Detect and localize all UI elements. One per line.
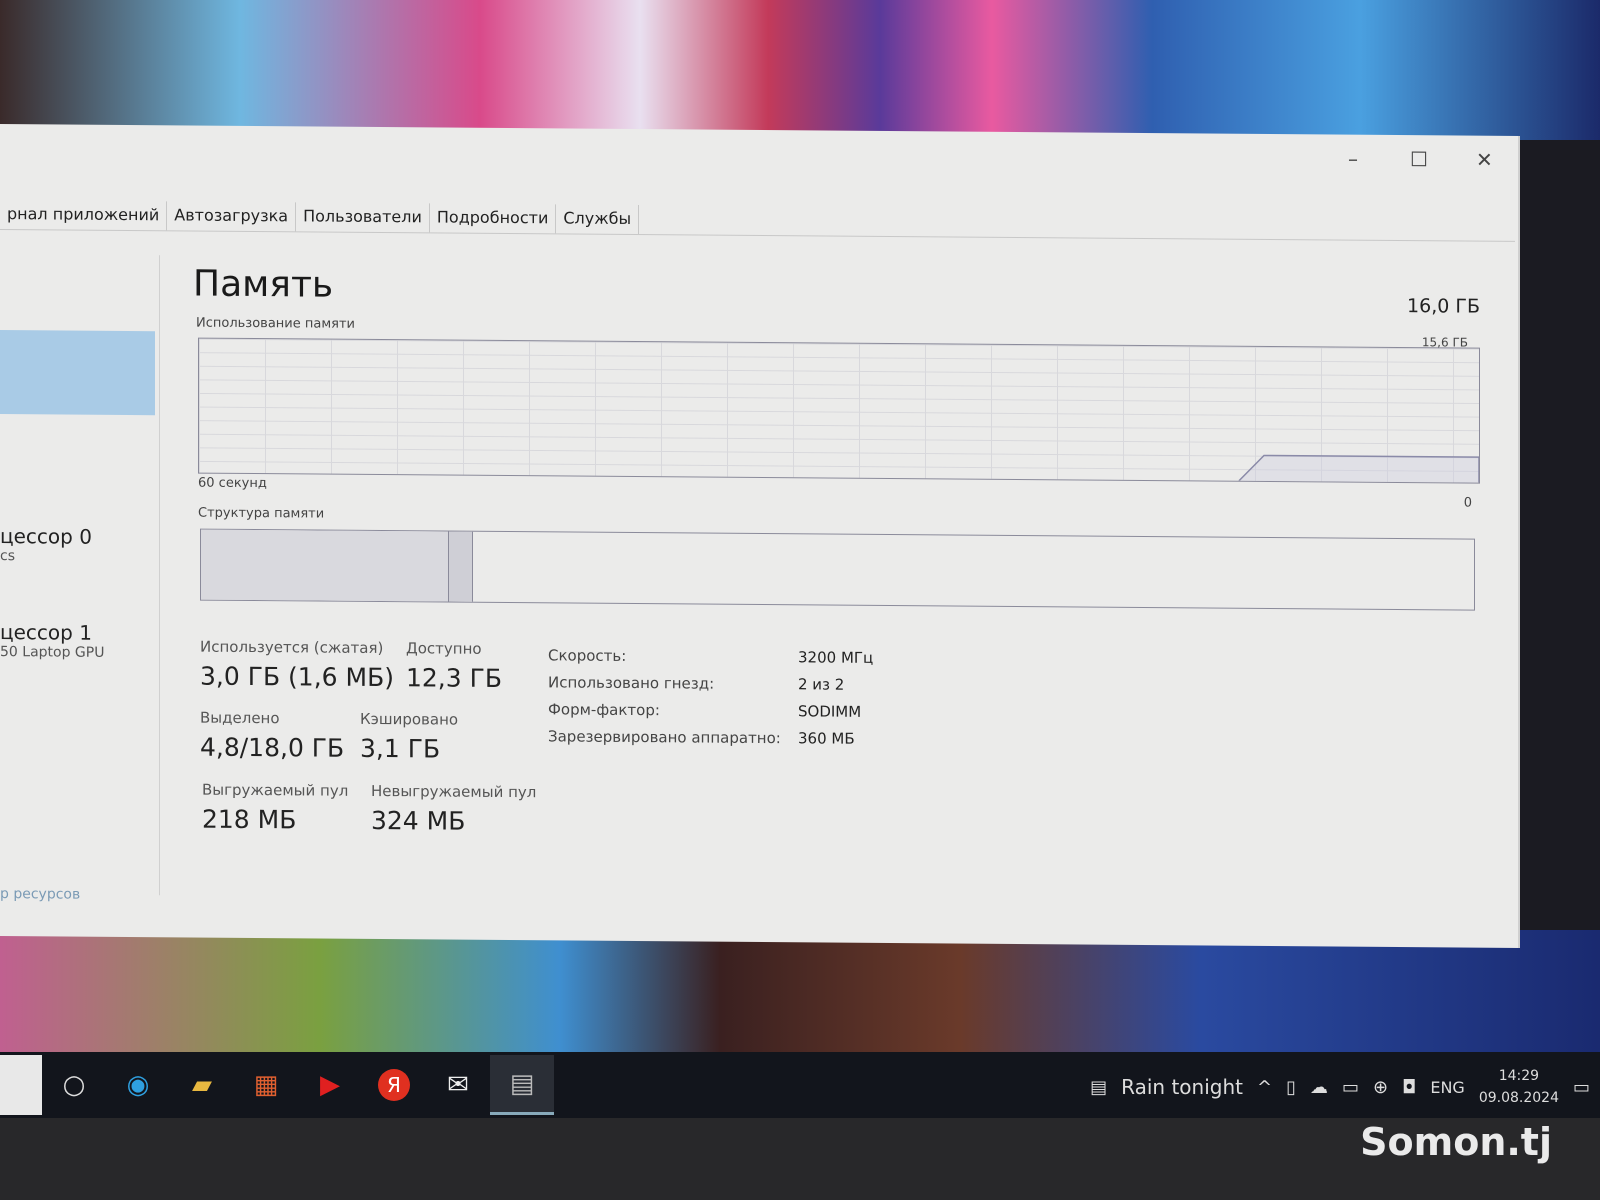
network-icon[interactable]: ⊕ [1373,1077,1388,1098]
sidebar-item-memory-selected[interactable] [0,330,155,416]
performance-sidebar: цессор 0 cs цессор 1 50 Laptop GPU [0,254,160,896]
title-bar: – ☐ ✕ [0,124,1518,206]
usage-graph-label: Использование памяти [196,315,355,332]
structure-in-use [201,529,449,602]
notifications-icon[interactable]: ▭ [1573,1077,1590,1098]
sidebar-item-sub: 50 Laptop GPU [0,644,105,661]
edge-icon[interactable]: ◉ [106,1055,170,1115]
desktop-wallpaper-top [0,0,1600,140]
stat-committed: Выделено 4,8/18,0 ГБ [200,708,345,763]
sidebar-item-gpu-0[interactable]: цессор 0 cs [0,524,92,565]
memory-usage-graph [198,337,1480,484]
store-icon[interactable]: ▦ [234,1055,298,1115]
tab-startup[interactable]: Автозагрузка [167,201,297,232]
language-indicator[interactable]: ENG [1430,1078,1464,1097]
stat-paged-pool: Выгружаемый пул 218 МБ [202,780,349,835]
prop-slots: Использовано гнезд: 2 из 2 [548,673,845,694]
minimize-button[interactable]: – [1348,147,1358,171]
tab-app-history[interactable]: рнал приложений [0,200,168,231]
chevron-up-icon[interactable]: ^ [1257,1077,1272,1098]
prop-reserved: Зарезервировано аппаратно: 360 МБ [548,727,855,748]
search-icon[interactable]: ○ [42,1055,106,1115]
file-explorer-icon[interactable]: ▰ [170,1055,234,1115]
prop-speed: Скорость: 3200 МГц [548,646,874,667]
desktop-wallpaper-bottom [0,930,1600,1065]
tab-details[interactable]: Подробности [429,203,557,234]
structure-modified [449,531,473,602]
page-title: Память [193,263,334,306]
tab-users[interactable]: Пользователи [296,202,430,233]
stat-cached: Кэшировано 3,1 ГБ [360,709,459,764]
total-memory: 16,0 ГБ [1407,295,1480,318]
sidebar-item-title: цессор 1 [0,620,92,645]
prop-form-factor: Форм-фактор: SODIMM [548,700,862,721]
graph-time-label: 60 секунд [198,475,267,492]
memory-structure-bar [200,528,1475,611]
sidebar-item-title: цессор 0 [0,524,92,549]
mail-icon[interactable]: ✉ [426,1055,490,1115]
task-manager-icon[interactable]: ▤ [490,1055,554,1115]
news-icon[interactable]: ▤ [1090,1077,1107,1098]
tablet-icon[interactable]: ▯ [1286,1077,1296,1098]
stat-nonpaged-pool: Невыгружаемый пул 324 МБ [371,781,537,836]
stat-in-use: Используется (сжатая) 3,0 ГБ (1,6 МБ) [200,637,394,693]
sidebar-item-gpu-1[interactable]: цессор 1 50 Laptop GPU [0,620,104,661]
graph-min-label: 0 [1463,495,1472,511]
cloud-icon[interactable]: ☁ [1310,1077,1328,1098]
youtube-icon[interactable]: ▶ [298,1055,362,1115]
battery-icon[interactable]: ▭ [1342,1077,1359,1098]
close-button[interactable]: ✕ [1476,148,1493,172]
start-button[interactable] [0,1055,42,1115]
task-manager-window: – ☐ ✕ рнал приложений Автозагрузка Польз… [0,124,1520,948]
sidebar-item-sub: cs [0,548,15,565]
structure-label: Структура памяти [198,505,325,522]
watermark: Somon.tj [1360,1120,1552,1164]
resource-monitor-link[interactable]: р ресурсов [0,886,80,903]
clock[interactable]: 14:29 09.08.2024 [1479,1065,1559,1109]
maximize-button[interactable]: ☐ [1410,147,1428,171]
memory-properties: Скорость: 3200 МГц Использовано гнезд: 2 и… [548,642,873,753]
system-tray: ▤ Rain tonight ^ ▯ ☁ ▭ ⊕ ◘ ENG 14:29 09.0… [1090,1062,1600,1112]
tab-bar: рнал приложений Автозагрузка Пользовател… [0,200,1515,242]
usage-line [1238,454,1479,483]
weather-widget[interactable]: Rain tonight [1121,1075,1243,1099]
stat-available: Доступно 12,3 ГБ [406,639,503,693]
webcam-icon[interactable]: ◘ [1402,1077,1416,1098]
tab-services[interactable]: Службы [556,204,640,235]
yandex-icon[interactable]: Я [362,1055,426,1115]
